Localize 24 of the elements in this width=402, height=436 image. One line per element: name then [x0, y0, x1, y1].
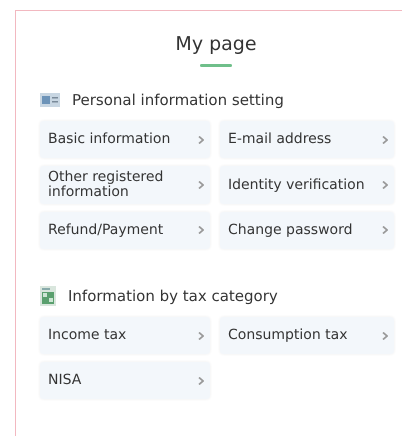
menu-link[interactable]: Refund/Payment: [40, 212, 210, 249]
chevron-icon: [198, 332, 204, 340]
menu-link[interactable]: NISA: [40, 362, 210, 400]
chevron-icon: [382, 226, 388, 234]
id-card-icon: [40, 93, 60, 108]
chevron-icon: [198, 226, 204, 234]
menu-link[interactable]: Income tax: [40, 317, 210, 354]
chevron-icon: [198, 376, 204, 385]
menu-link[interactable]: Change password: [220, 212, 394, 249]
chevron-icon: [198, 180, 204, 189]
menu-link[interactable]: Other registered information: [40, 166, 210, 204]
menu-link[interactable]: Identity verification: [220, 166, 394, 204]
chevron-icon: [382, 136, 388, 144]
menu-link[interactable]: Basic information: [40, 121, 210, 158]
section-heading: Information by tax category: [68, 286, 278, 307]
chevron-icon: [198, 136, 204, 144]
chevron-icon: [382, 180, 388, 189]
menu-link[interactable]: E-mail address: [220, 121, 394, 158]
chevron-icon: [382, 332, 388, 340]
page-title: My page: [174, 33, 258, 56]
section-heading: Personal information setting: [72, 90, 284, 111]
title-underline: [200, 64, 232, 67]
menu-link[interactable]: Consumption tax: [220, 317, 394, 354]
spreadsheet-icon: [40, 286, 56, 306]
